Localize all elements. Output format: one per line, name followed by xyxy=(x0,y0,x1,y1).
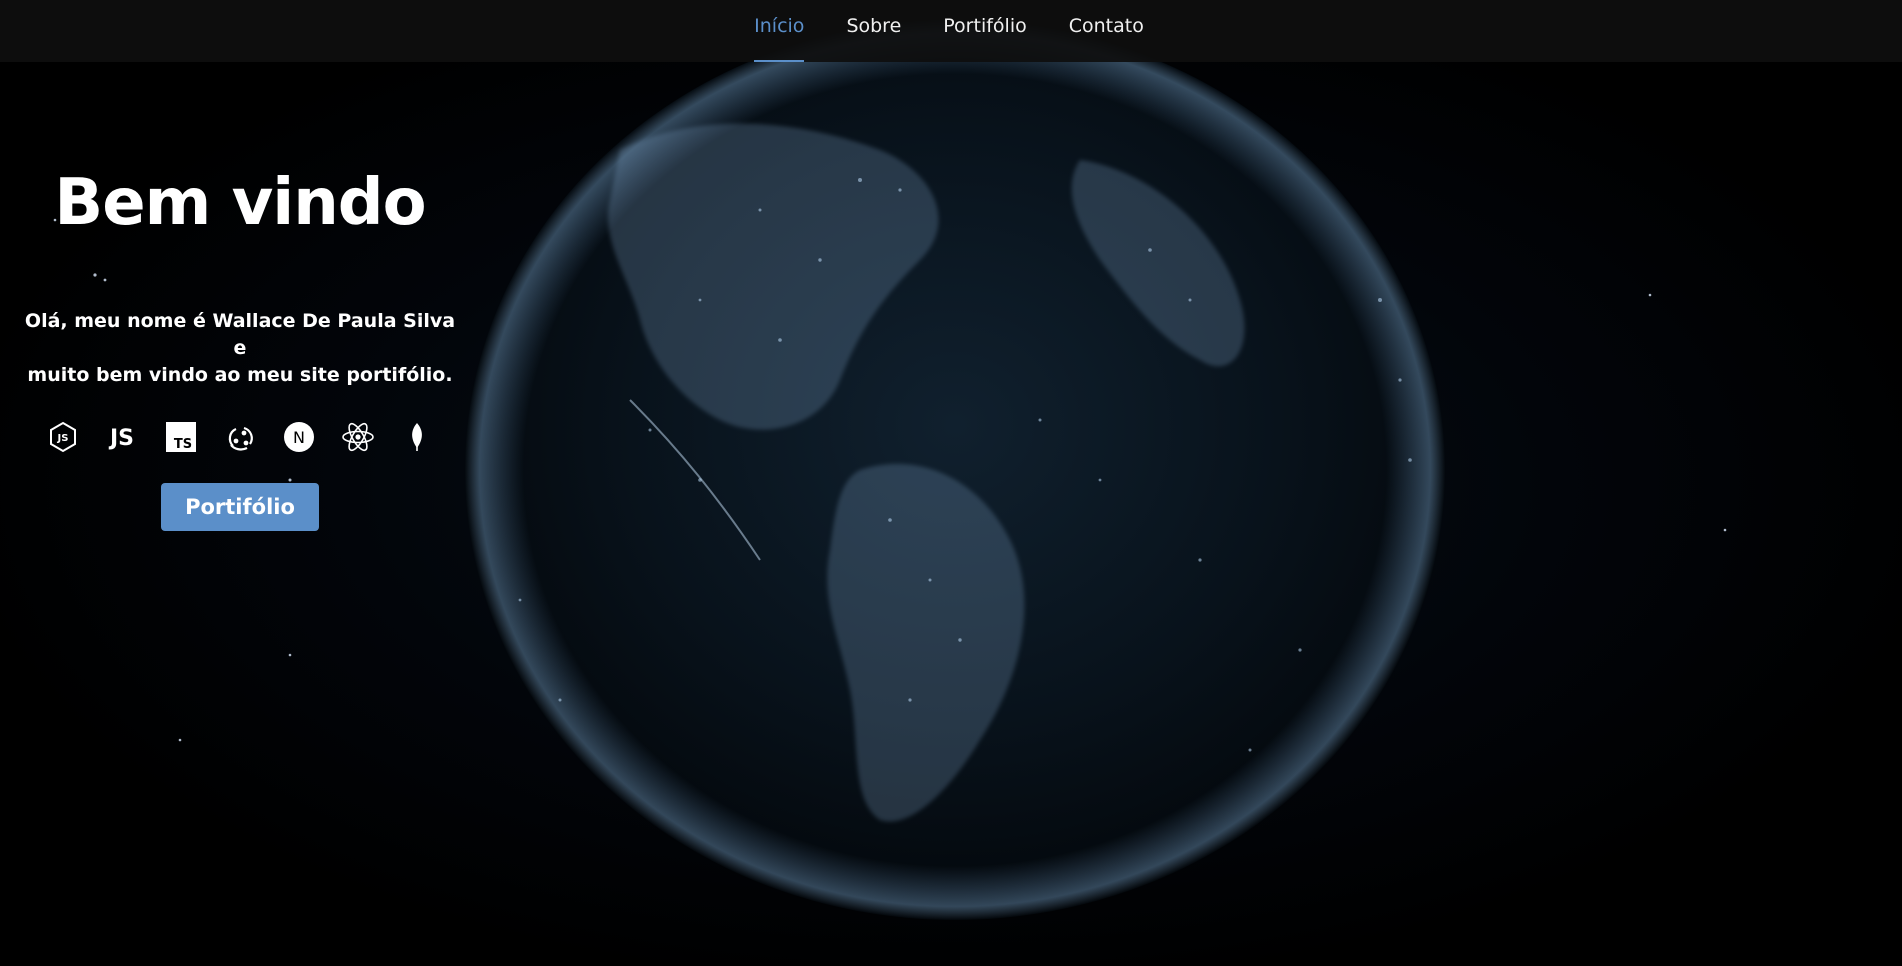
hero-intro-text: Olá, meu nome é Wallace De Paula Silva e… xyxy=(24,308,456,389)
tech-stack-icons: JS JS TS N xyxy=(24,419,456,455)
nextjs-icon-text: N xyxy=(293,428,305,447)
react-icon xyxy=(340,419,376,455)
nav-item-portifolio[interactable]: Portifólio xyxy=(943,0,1026,62)
nav-item-sobre[interactable]: Sobre xyxy=(846,0,901,62)
nav-item-contato[interactable]: Contato xyxy=(1069,0,1144,62)
mongodb-icon xyxy=(399,419,435,455)
hero-intro-line-2: muito bem vindo ao meu site portifólio. xyxy=(27,364,453,386)
javascript-icon: JS xyxy=(104,419,140,455)
nextjs-icon: N xyxy=(281,419,317,455)
nav-item-inicio[interactable]: Início xyxy=(754,0,805,62)
portifolio-cta-button[interactable]: Portifólio xyxy=(161,483,319,531)
nav-menu: Início Sobre Portifólio Contato xyxy=(754,0,1144,62)
hero-title: Bem vindo xyxy=(54,166,426,240)
top-navbar: Início Sobre Portifólio Contato xyxy=(0,0,1902,62)
javascript-icon-text: JS xyxy=(108,426,134,451)
typescript-icon-text: TS xyxy=(174,437,192,452)
nodejs-icon: JS xyxy=(45,419,81,455)
redux-icon xyxy=(222,419,258,455)
typescript-icon: TS xyxy=(163,419,199,455)
nodejs-icon-text: JS xyxy=(57,433,69,444)
hero-section: Bem vindo Olá, meu nome é Wallace De Pau… xyxy=(24,160,456,531)
page: Início Sobre Portifólio Contato Bem vind… xyxy=(0,0,1902,966)
hero-intro-line-1: Olá, meu nome é Wallace De Paula Silva e xyxy=(24,310,456,359)
